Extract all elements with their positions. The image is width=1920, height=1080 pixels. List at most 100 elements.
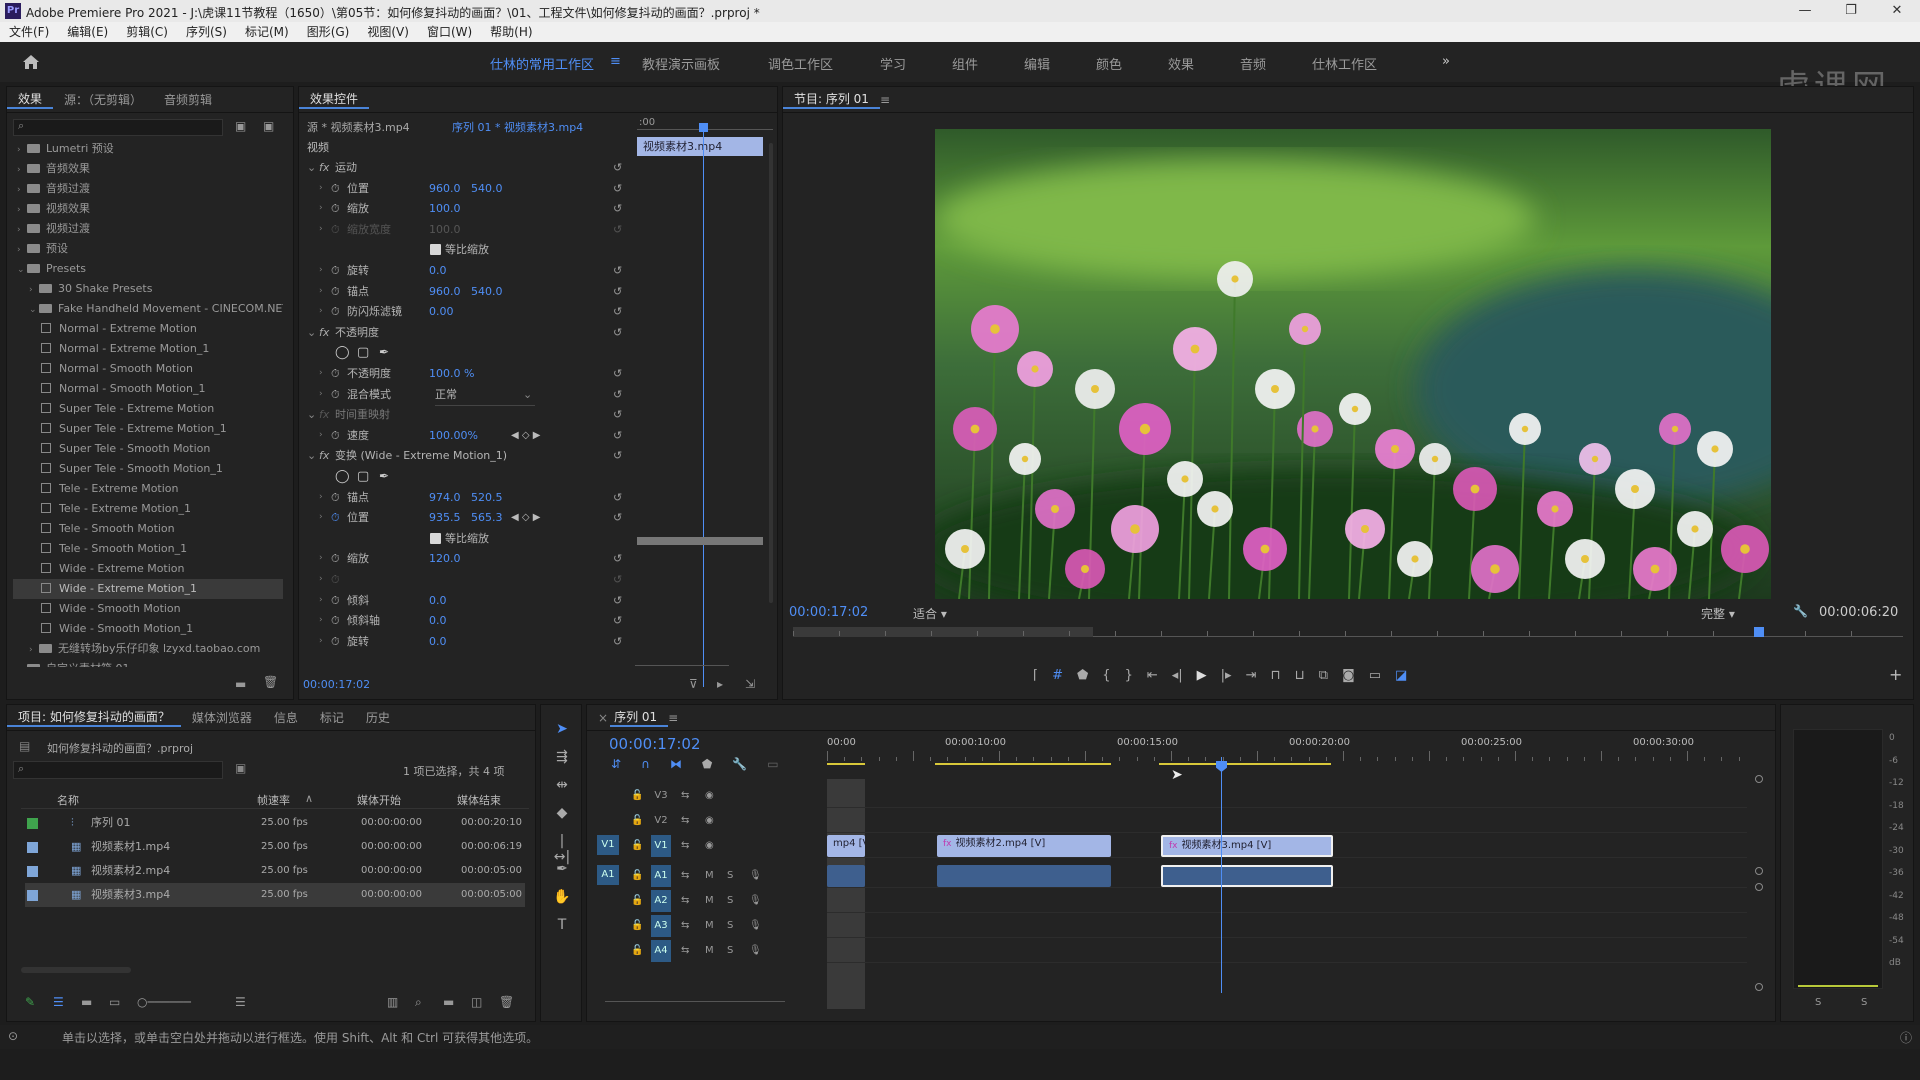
timeline-settings-icon[interactable]: 🔧 — [732, 757, 747, 771]
reset-icon[interactable]: ↺ — [613, 445, 622, 466]
effects-tree-item[interactable]: › 预设 — [13, 239, 283, 259]
panel-menu-icon[interactable]: ≡ — [880, 93, 890, 107]
uniform-scale-checkbox[interactable] — [430, 244, 441, 256]
effects-tree-item[interactable]: Wide - Extreme Motion_1 — [13, 579, 283, 599]
column-media-start[interactable]: 媒体开始 — [357, 792, 401, 808]
column-frame-rate[interactable]: 帧速率 — [257, 792, 290, 808]
step-back-icon[interactable]: ◂| — [1172, 668, 1183, 683]
chevron-right-icon[interactable]: › — [17, 200, 27, 220]
menu-help[interactable]: 帮助(H) — [481, 22, 541, 42]
sync-lock-icon[interactable]: ⇆ — [681, 890, 689, 912]
accelerated-effects-icon[interactable]: ▣ — [263, 119, 274, 133]
ec-property-row[interactable]: › ⏱ 旋转 0.0 ↺ — [305, 631, 625, 652]
new-bin-icon[interactable]: ▬ — [443, 995, 454, 1009]
reset-icon[interactable]: ↺ — [613, 219, 622, 240]
stopwatch-icon[interactable]: ⏱ — [331, 363, 340, 384]
solo-button[interactable]: S — [727, 915, 733, 937]
track-label[interactable]: V3 — [651, 785, 671, 807]
workspace-tab-color[interactable]: 颜色 — [1096, 54, 1122, 73]
snap-icon[interactable]: ∩ — [641, 757, 650, 771]
chevron-right-icon[interactable]: › — [29, 640, 39, 660]
filter-icon[interactable]: ⊽ — [689, 677, 698, 691]
workspace-tab-audio[interactable]: 音频 — [1240, 54, 1266, 73]
fx-icon[interactable]: fx — [319, 157, 329, 178]
effects-tree-item[interactable]: Wide - Smooth Motion_1 — [13, 619, 283, 639]
tab-audio-clip[interactable]: 音频剪辑 — [153, 91, 223, 108]
fx-icon[interactable]: fx — [319, 445, 329, 466]
vr-video-icon[interactable]: ▭ — [1369, 668, 1381, 683]
ec-scrollbar[interactable] — [769, 143, 773, 603]
timeline-v-scrollbar[interactable] — [1755, 775, 1763, 995]
stopwatch-icon[interactable]: ⏱ — [331, 260, 340, 281]
timeline-playhead-handle[interactable] — [1216, 761, 1227, 772]
selection-tool-icon[interactable]: ➤ — [553, 721, 571, 739]
tab-markers[interactable]: 标记 — [309, 709, 355, 726]
export-icon[interactable]: ⇲ — [745, 677, 755, 691]
captions-icon[interactable]: ▭ — [767, 757, 778, 771]
timeline-ruler[interactable]: 00:00 00:00:10:00 00:00:15:00 00:00:20:00 00… — [827, 729, 1747, 769]
effects-tree-item[interactable]: › 无缝转场by乐仔印象 lzyxd.taobao.com — [13, 639, 283, 659]
lock-icon[interactable]: 🔓 — [631, 915, 643, 937]
microphone-icon[interactable]: 🎙 — [749, 915, 762, 937]
pencil-icon[interactable]: ✎ — [25, 995, 35, 1009]
slip-tool-icon[interactable]: |↔| — [553, 833, 571, 865]
reset-icon[interactable]: ↺ — [613, 260, 622, 281]
mute-button[interactable]: M — [705, 890, 714, 912]
sync-lock-icon[interactable]: ⇆ — [681, 940, 689, 962]
timeline-playhead[interactable] — [1221, 757, 1222, 993]
sync-lock-icon[interactable]: ⇆ — [681, 865, 689, 887]
effects-tree-item[interactable]: Super Tele - Smooth Motion_1 — [13, 459, 283, 479]
reset-icon[interactable]: ↺ — [613, 178, 622, 199]
stopwatch-icon[interactable]: ⏱ — [331, 384, 340, 405]
quality-select[interactable]: 完整 ▾ — [1701, 605, 1771, 622]
sync-lock-icon[interactable]: ⇆ — [681, 785, 689, 807]
panel-menu-icon[interactable]: ≡ — [668, 711, 678, 725]
program-scrubber[interactable] — [793, 627, 1903, 645]
stopwatch-icon[interactable]: ⏱ — [331, 178, 340, 199]
close-tab-icon[interactable]: × — [587, 711, 610, 725]
reset-icon[interactable]: ↺ — [613, 157, 622, 178]
razor-tool-icon[interactable]: ◆ — [553, 805, 571, 823]
stopwatch-icon[interactable]: ⏱ — [331, 219, 340, 240]
effects-tree-item[interactable]: › 视频过渡 — [13, 219, 283, 239]
ec-property-row[interactable]: › ⏱ 缩放宽度 100.0 ↺ — [305, 219, 625, 240]
chevron-right-icon[interactable]: › — [29, 280, 39, 300]
fx-icon[interactable]: fx — [319, 322, 329, 343]
workspace-tab-shilin[interactable]: 仕林工作区 — [1312, 54, 1377, 73]
uniform-scale-checkbox[interactable] — [430, 532, 441, 544]
play-icon[interactable]: ▶ — [1197, 668, 1207, 683]
ec-value-1[interactable]: 960.0 — [429, 178, 461, 199]
stopwatch-icon[interactable]: ⏱ — [331, 610, 340, 631]
list-view-icon[interactable]: ☰ — [53, 995, 64, 1009]
timeline-zoom-scrollbar[interactable] — [605, 1001, 785, 1002]
effects-search-input[interactable]: ⌕ — [13, 119, 223, 136]
effects-tree-item[interactable]: Super Tele - Smooth Motion — [13, 439, 283, 459]
sort-icon[interactable]: ☰ — [235, 995, 246, 1009]
ec-value-1[interactable]: 960.0 — [429, 281, 461, 302]
ec-property-row[interactable]: › ⏱ 位置 935.5 565.3 ◀ ◇ ▶ ↺ — [305, 507, 625, 528]
new-bin-icon[interactable]: ▬ — [235, 677, 246, 691]
ec-value-1[interactable]: 0.0 — [429, 590, 447, 611]
label-color-swatch[interactable] — [27, 842, 38, 853]
ec-property-row[interactable]: ◯ ▢ ✒ — [305, 466, 625, 487]
chevron-down-icon[interactable]: ⌄ — [17, 260, 27, 280]
chevron-right-icon[interactable]: › — [319, 548, 323, 569]
lock-icon[interactable]: 🔓 — [631, 835, 643, 857]
menu-graphics[interactable]: 图形(G) — [298, 22, 359, 42]
ec-value-2[interactable]: 565.3 — [471, 507, 503, 528]
chevron-right-icon[interactable]: › — [319, 198, 323, 219]
stopwatch-icon[interactable]: ⏱ — [331, 507, 340, 528]
ec-value-2[interactable]: 540.0 — [471, 178, 503, 199]
timeline-clip-audio[interactable] — [937, 865, 1111, 887]
chevron-right-icon[interactable]: › — [17, 660, 27, 667]
pen-mask-icon[interactable]: ✒ — [379, 466, 389, 487]
workspace-tab-effects[interactable]: 效果 — [1168, 54, 1194, 73]
ec-value-2[interactable]: 540.0 — [471, 281, 503, 302]
tab-effects[interactable]: 效果 — [7, 90, 54, 109]
source-patch-a1[interactable]: A1 — [597, 865, 619, 885]
keyframe-nav-icon[interactable]: ◀ ◇ ▶ — [511, 425, 540, 446]
ec-value-1[interactable]: 120.0 — [429, 548, 461, 569]
project-item-row[interactable]: ▦ 视频素材1.mp4 25.00 fps 00:00:00:00 00:00:06:1… — [25, 835, 525, 859]
freeform-view-icon[interactable]: ▭ — [109, 995, 120, 1009]
chevron-right-icon[interactable]: › — [319, 590, 323, 611]
